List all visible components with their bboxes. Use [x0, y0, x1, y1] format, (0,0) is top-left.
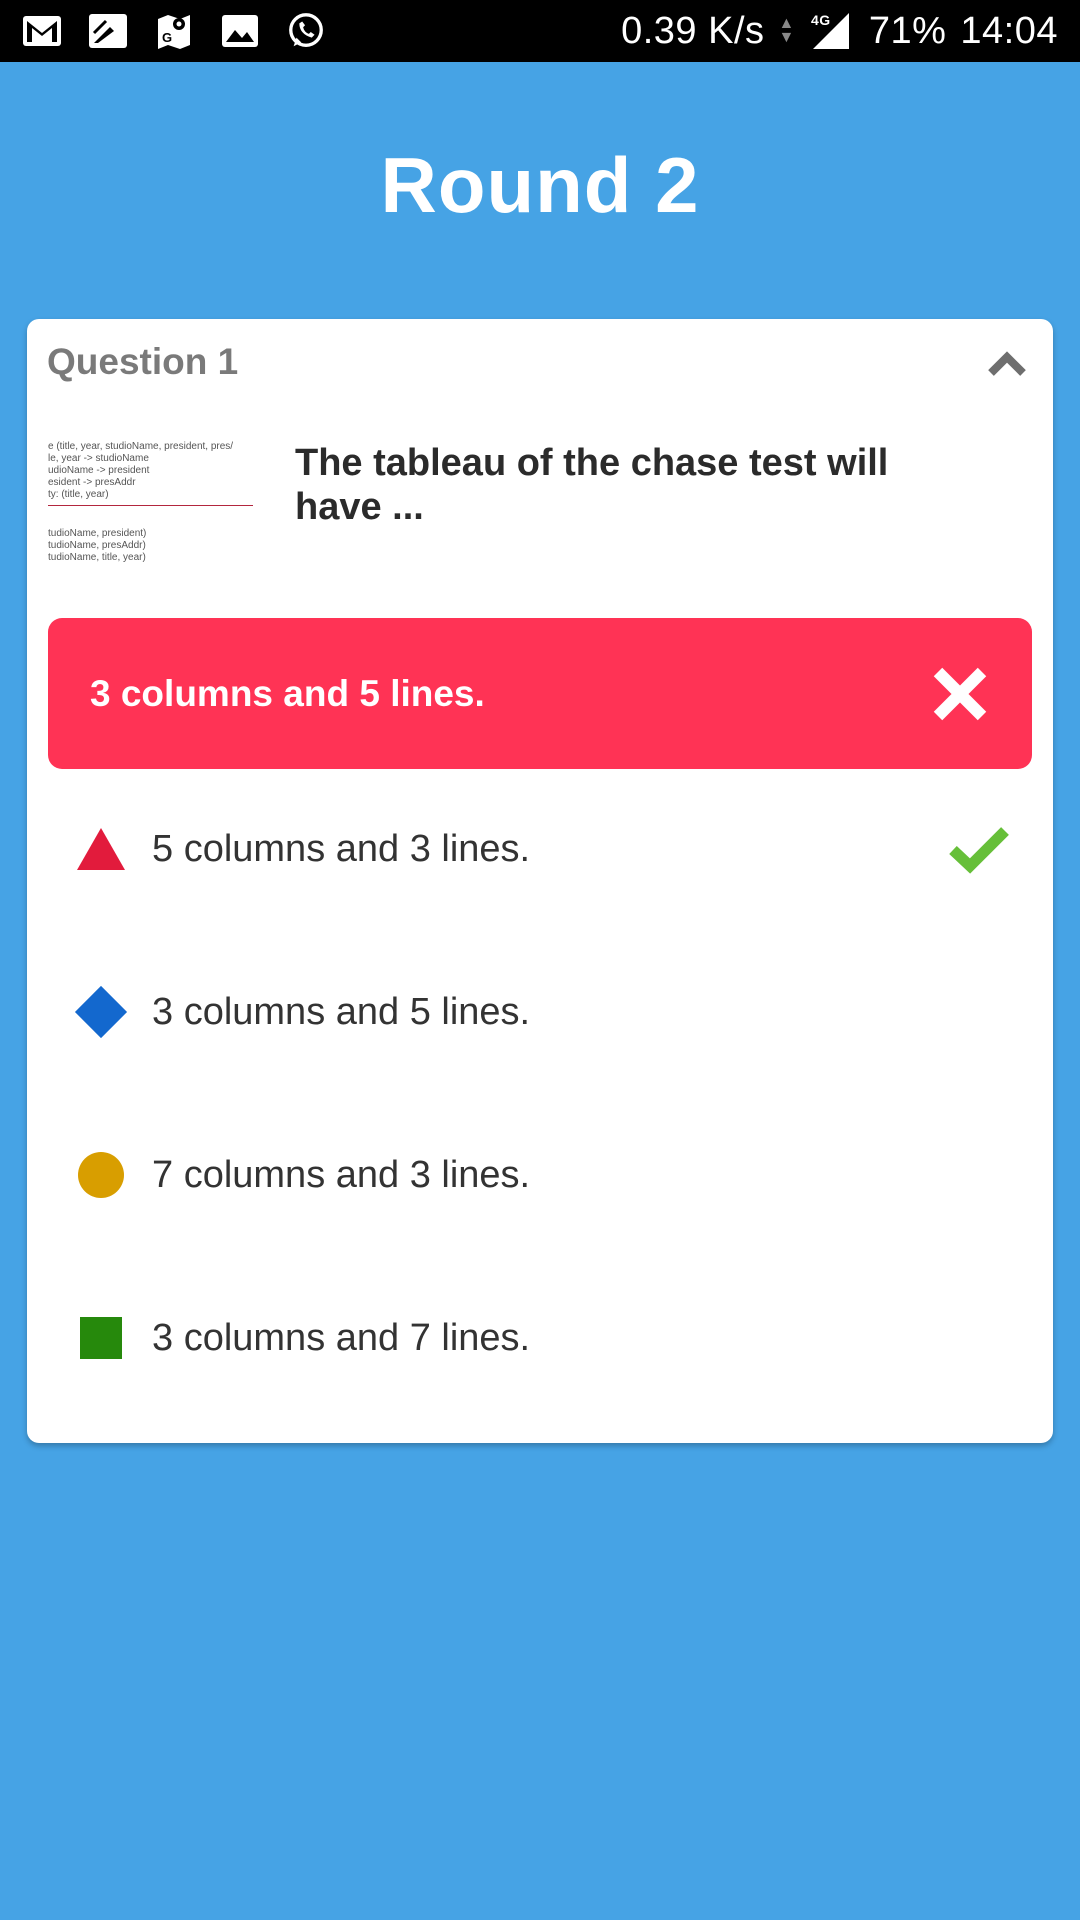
status-indicators: 0.39 K/s ▲ ▼ 4G 71% 14:04 [621, 10, 1058, 53]
thumb-line: le, year -> studioName [48, 453, 149, 464]
thumb-line: e (title, year, studioName, president, p… [48, 441, 234, 452]
data-activity-icon: ▲ ▼ [778, 15, 795, 46]
clock: 14:04 [960, 9, 1058, 52]
question-text: The tableau of the chase test will have … [295, 442, 889, 528]
selected-answer: 3 columns and 5 lines. [48, 618, 1032, 769]
close-icon [930, 664, 990, 724]
gallery-icon [220, 11, 260, 51]
maps-icon: G [154, 11, 194, 51]
question-card: Question 1 e (title, year, studioName, p… [27, 319, 1053, 1443]
thumb-line: ty: (title, year) [48, 489, 109, 500]
question-image: e (title, year, studioName, president, p… [48, 441, 254, 571]
network-type: 4G [811, 12, 831, 28]
answer-option-2[interactable]: 3 columns and 5 lines. [48, 962, 1032, 1062]
whatsapp-icon [286, 11, 326, 51]
thumb-line: tudioName, president) [48, 528, 147, 539]
answer-option-4[interactable]: 3 columns and 7 lines. [48, 1288, 1032, 1388]
round-title: Round 2 [380, 141, 700, 229]
selected-answer-text: 3 columns and 5 lines. [90, 672, 485, 714]
thumb-line: tudioName, presAddr) [48, 540, 146, 551]
thumb-line: tudioName, title, year) [48, 552, 146, 563]
notes-icon [88, 11, 128, 51]
status-bar: G 0.39 K/s ▲ ▼ 4G 71% 14:04 [0, 0, 1080, 62]
signal-icon: 4G [809, 11, 855, 51]
battery-level: 71% [868, 9, 947, 52]
option-text: 3 columns and 7 lines. [152, 1316, 531, 1359]
circle-icon [73, 1147, 129, 1203]
answer-option-1[interactable]: 5 columns and 3 lines. [48, 799, 1032, 899]
diamond-icon [73, 984, 129, 1040]
divider [48, 505, 253, 506]
checkmark-icon [948, 824, 1010, 874]
answer-option-3[interactable]: 7 columns and 3 lines. [48, 1125, 1032, 1225]
gmail-icon [22, 11, 62, 51]
net-speed: 0.39 K/s [621, 9, 765, 52]
option-text: 5 columns and 3 lines. [152, 827, 531, 870]
option-text: 3 columns and 5 lines. [152, 990, 531, 1033]
question-label: Question 1 [47, 341, 239, 382]
triangle-icon [73, 821, 129, 877]
thumb-line: esident -> presAddr [48, 477, 136, 488]
option-text: 7 columns and 3 lines. [152, 1153, 531, 1196]
notification-icons: G [22, 11, 326, 51]
chevron-up-icon[interactable] [987, 349, 1027, 379]
square-icon [73, 1310, 129, 1366]
svg-text:G: G [162, 30, 172, 45]
thumb-line: udioName -> president [48, 465, 150, 476]
